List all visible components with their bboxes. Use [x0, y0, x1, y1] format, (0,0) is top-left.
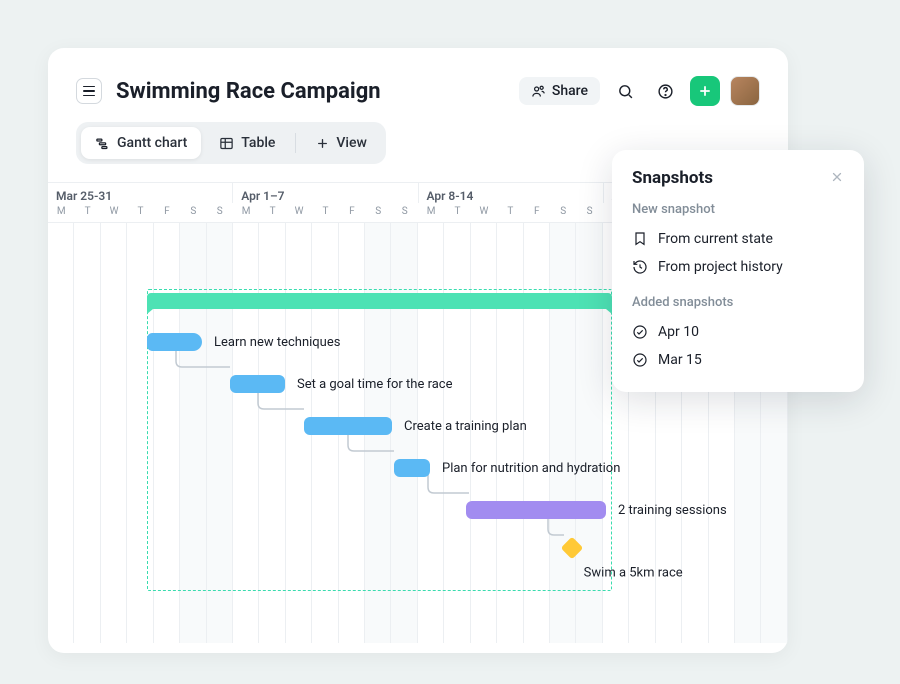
day-cell: M: [48, 203, 74, 222]
panel-header: Snapshots: [632, 168, 844, 188]
gantt-column: [207, 223, 233, 643]
tab-separator: [295, 133, 296, 153]
tab-add-view[interactable]: View: [302, 127, 381, 159]
gantt-column: [154, 223, 180, 643]
item-label: Apr 10: [658, 324, 699, 340]
day-cell: S: [207, 203, 233, 222]
view-tabs: Gantt chart Table View: [76, 122, 386, 164]
day-cell: S: [550, 203, 576, 222]
add-button[interactable]: [690, 76, 720, 106]
day-cell: T: [497, 203, 523, 222]
help-icon[interactable]: [650, 76, 680, 106]
day-cell: W: [286, 203, 312, 222]
tab-gantt[interactable]: Gantt chart: [81, 127, 201, 159]
day-cell: T: [127, 203, 153, 222]
task-label: Swim a 5km race: [584, 566, 683, 581]
header: Swimming Race Campaign Share: [48, 48, 788, 122]
day-cell: S: [576, 203, 602, 222]
item-label: Mar 15: [658, 352, 702, 368]
menu-icon[interactable]: [76, 78, 102, 104]
day-cell: T: [259, 203, 285, 222]
tab-table[interactable]: Table: [205, 127, 289, 159]
gantt-task-bar[interactable]: 2 training sessions: [466, 501, 606, 519]
item-label: From project history: [658, 259, 783, 275]
snapshot-item[interactable]: Apr 10: [632, 318, 844, 346]
search-icon[interactable]: [610, 76, 640, 106]
gantt-summary-bar[interactable]: Cre: [147, 293, 612, 309]
panel-title: Snapshots: [632, 168, 713, 188]
day-cell: W: [471, 203, 497, 222]
day-cell: W: [101, 203, 127, 222]
gantt-column: [180, 223, 206, 643]
day-cell: T: [444, 203, 470, 222]
item-label: From current state: [658, 231, 773, 247]
day-cell: F: [339, 203, 365, 222]
close-icon[interactable]: [830, 169, 844, 188]
gantt-column: [524, 223, 550, 643]
header-actions: Share: [519, 76, 760, 106]
snapshots-panel: Snapshots New snapshot From current stat…: [612, 150, 864, 392]
tab-gantt-label: Gantt chart: [117, 135, 187, 151]
gantt-column: [101, 223, 127, 643]
day-cell: F: [524, 203, 550, 222]
share-label: Share: [552, 83, 588, 99]
day-cell: S: [180, 203, 206, 222]
gantt-column: [550, 223, 576, 643]
gantt-column: [233, 223, 259, 643]
gantt-task-bar[interactable]: Learn new techniques: [147, 333, 202, 351]
gantt-column: [127, 223, 153, 643]
avatar[interactable]: [730, 76, 760, 106]
task-label: 2 training sessions: [618, 503, 727, 518]
task-label: Create a training plan: [404, 419, 527, 434]
gantt-column: [259, 223, 285, 643]
day-cell: T: [312, 203, 338, 222]
gantt-column: [74, 223, 100, 643]
day-cell: M: [233, 203, 259, 222]
day-cell: T: [74, 203, 100, 222]
section-new-label: New snapshot: [632, 202, 844, 217]
snapshot-item[interactable]: Mar 15: [632, 346, 844, 374]
gantt-column: [48, 223, 74, 643]
gantt-task-bar[interactable]: Create a training plan: [304, 417, 392, 435]
tab-table-label: Table: [241, 135, 275, 151]
task-label: Set a goal time for the race: [297, 377, 453, 392]
snapshot-from-history[interactable]: From project history: [632, 253, 844, 281]
section-added-label: Added snapshots: [632, 295, 844, 310]
gantt-task-bar[interactable]: Set a goal time for the race: [230, 375, 285, 393]
week-label: Apr 8-14: [419, 183, 604, 203]
day-cell: S: [365, 203, 391, 222]
day-cell: M: [418, 203, 444, 222]
snapshot-from-current[interactable]: From current state: [632, 225, 844, 253]
day-cell: F: [154, 203, 180, 222]
task-label: Plan for nutrition and hydration: [442, 461, 620, 476]
gantt-task-bar[interactable]: Plan for nutrition and hydration: [394, 459, 430, 477]
tab-view-label: View: [336, 135, 367, 151]
task-label: Learn new techniques: [214, 335, 340, 350]
share-button[interactable]: Share: [519, 77, 600, 105]
week-label: Apr 1–7: [233, 183, 418, 203]
week-label: Mar 25-31: [48, 183, 233, 203]
day-cell: S: [391, 203, 417, 222]
page-title: Swimming Race Campaign: [116, 79, 505, 104]
